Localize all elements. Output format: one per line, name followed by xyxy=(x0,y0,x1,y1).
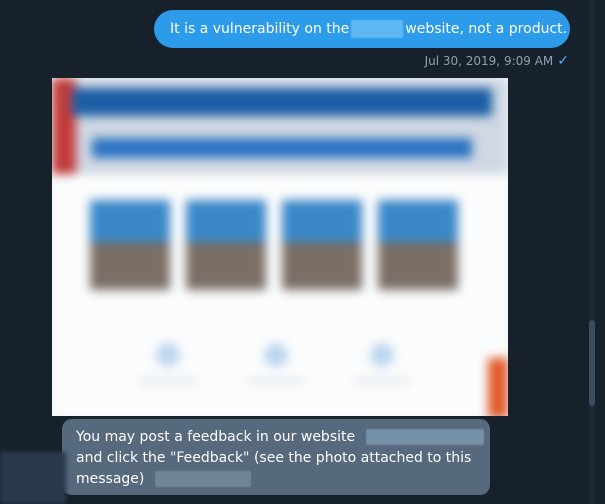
incoming-text-3: message) xyxy=(76,471,145,487)
incoming-text-1: You may post a feedback in our website xyxy=(76,429,356,445)
redacted-website-name xyxy=(351,20,404,38)
scrollbar-thumb[interactable] xyxy=(589,320,595,406)
incoming-line-2: and click the "Feedback" (see the photo … xyxy=(76,450,472,466)
incoming-line-3: message) xyxy=(76,469,476,490)
attached-screenshot-image[interactable] xyxy=(52,78,508,416)
incoming-message-bubble[interactable]: You may post a feedback in our website a… xyxy=(62,419,490,495)
outgoing-text-before: It is a vulnerability on the xyxy=(170,21,350,37)
outgoing-text-after: website, not a product. xyxy=(405,21,568,37)
scrollbar-track[interactable] xyxy=(589,0,595,504)
avatar[interactable] xyxy=(0,452,66,504)
outgoing-message-bubble[interactable]: It is a vulnerability on the website, no… xyxy=(154,10,570,48)
message-meta: Jul 30, 2019, 9:09 AM ✓ xyxy=(425,53,569,69)
redacted-text xyxy=(154,471,251,487)
single-check-icon: ✓ xyxy=(557,53,569,69)
message-timestamp: Jul 30, 2019, 9:09 AM xyxy=(424,54,554,68)
chat-view: It is a vulnerability on the website, no… xyxy=(0,0,605,504)
incoming-line-1: You may post a feedback in our website xyxy=(76,427,484,448)
redacted-website-link[interactable] xyxy=(365,429,484,445)
blurred-website-preview xyxy=(52,78,508,416)
